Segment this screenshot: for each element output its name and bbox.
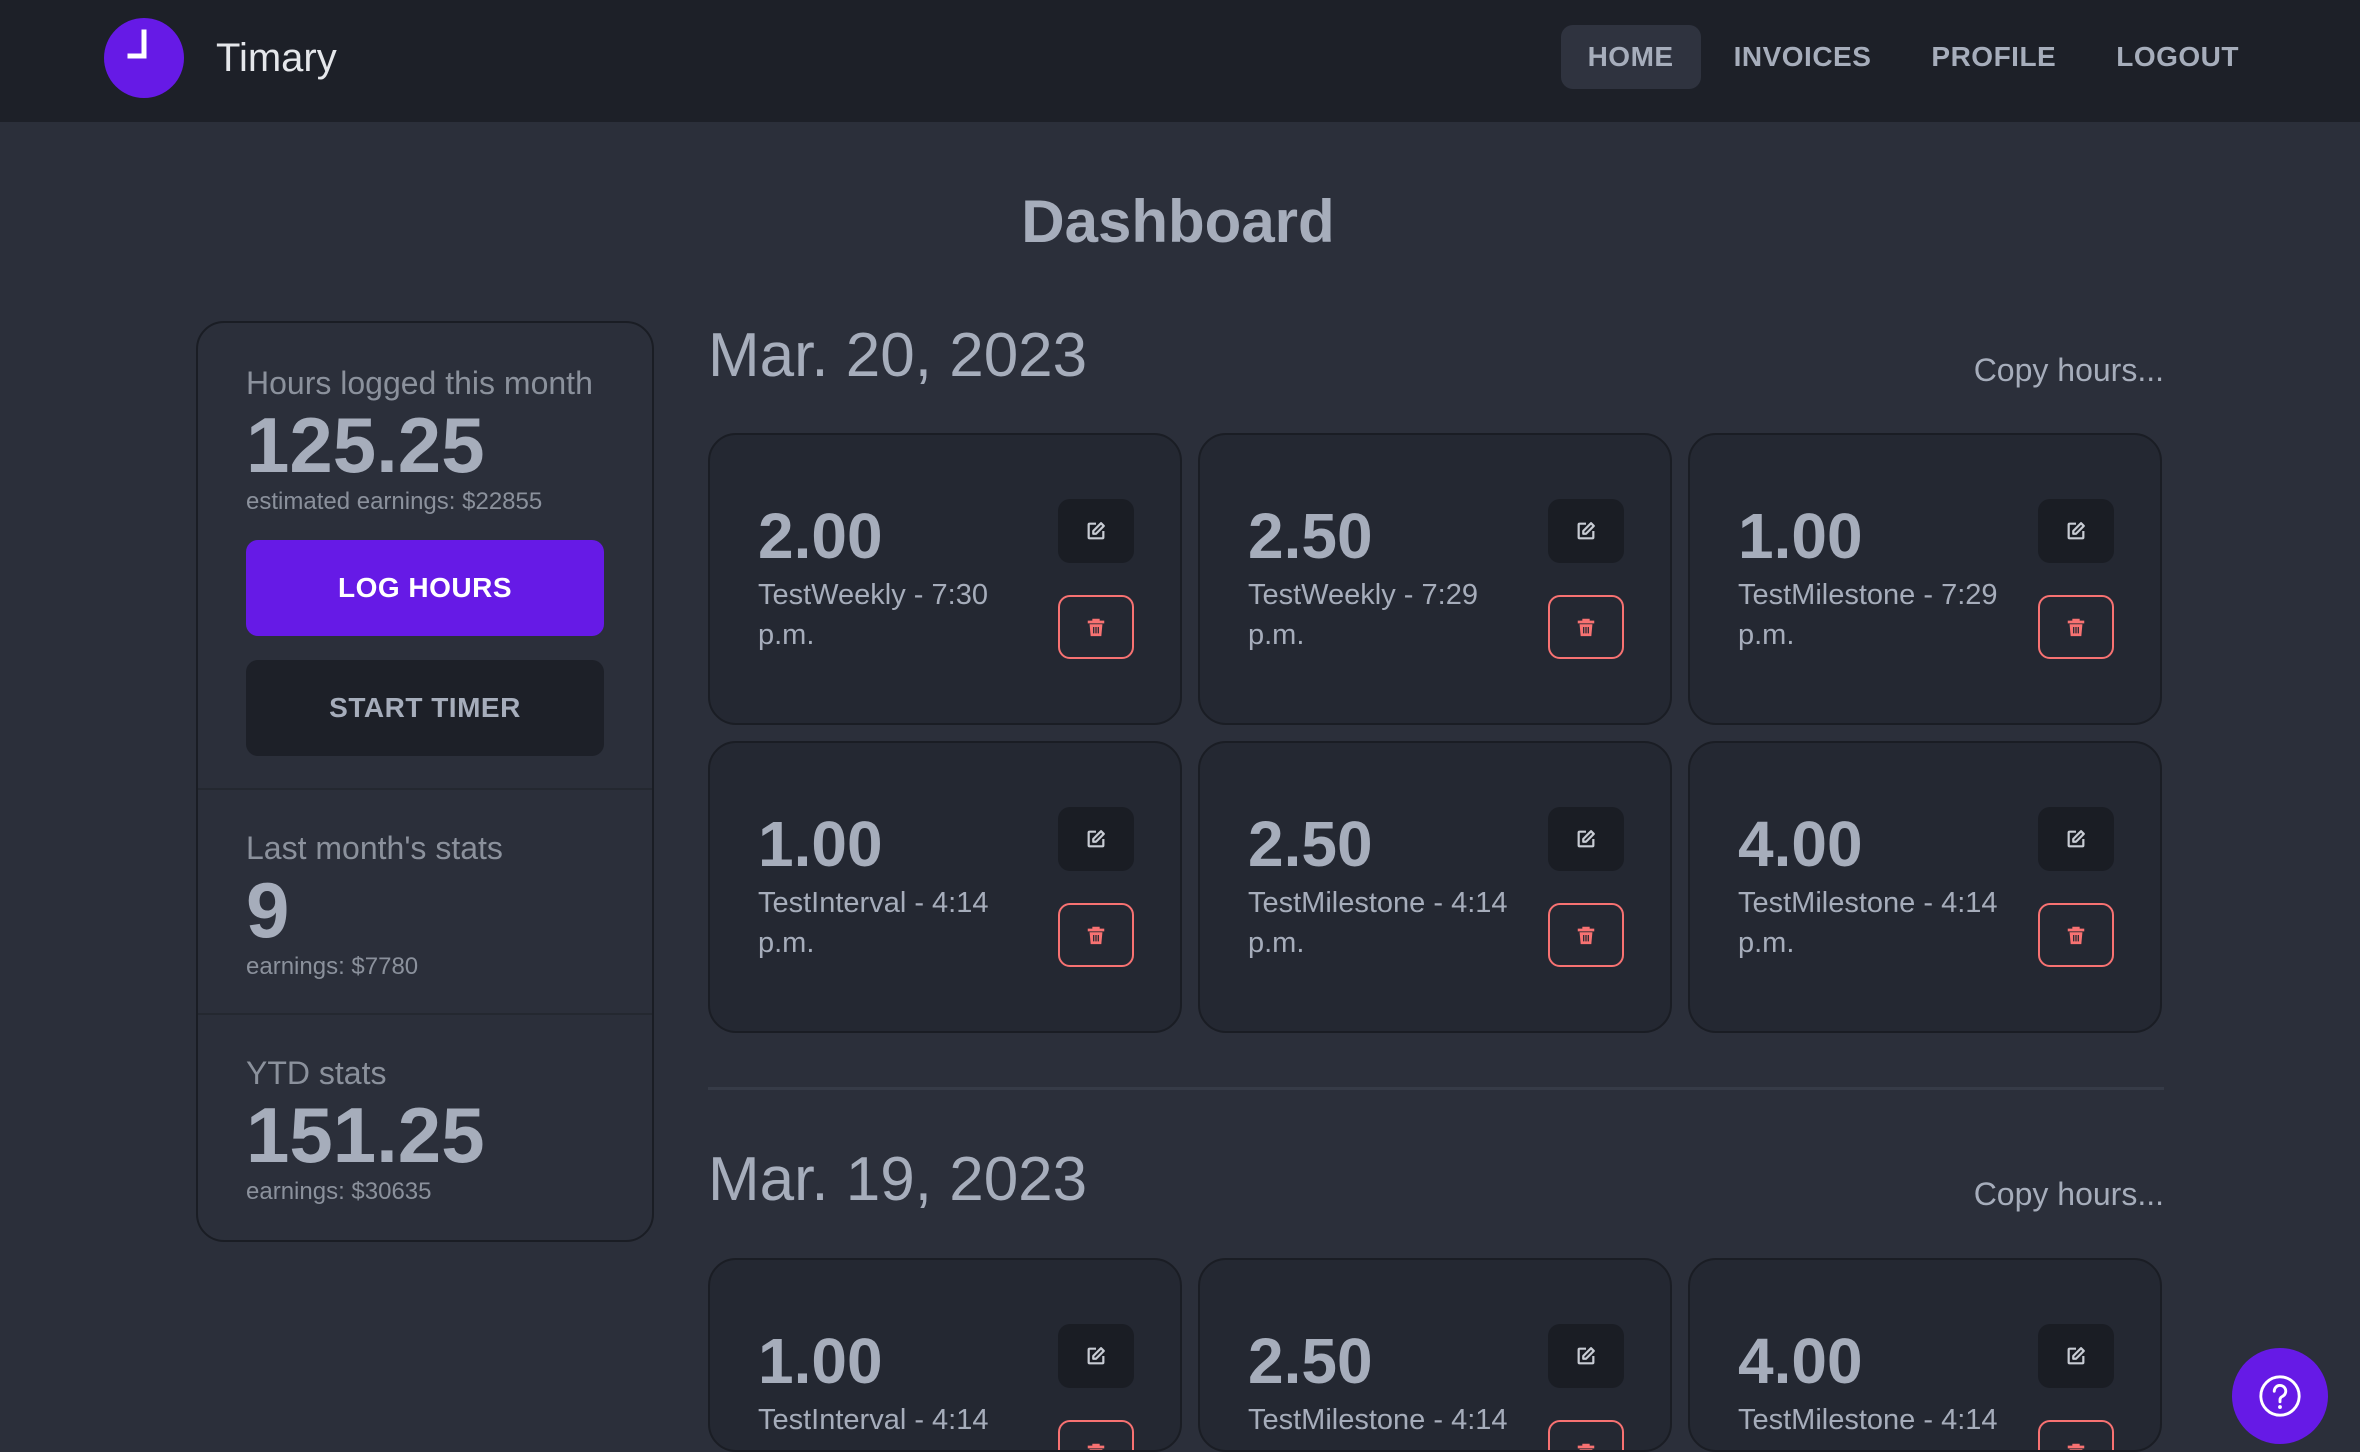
card-hours: 1.00 [758,1325,883,1397]
trash-icon [2067,618,2085,637]
trash-icon [1087,926,1105,945]
delete-button[interactable] [2038,595,2114,659]
card-hours: 2.50 [1248,808,1373,880]
nav-invoices[interactable]: INVOICES [1707,25,1899,89]
hours-card: 2.50 TestMilestone - 4:14 p.m. [1198,741,1672,1033]
stat-ytd-value: 151.25 [246,1091,485,1179]
stat-month-title: Hours logged this month [246,365,593,401]
hours-card: 1.00 TestInterval - 4:14 p.m. [708,1258,1182,1452]
card-label: TestWeekly - 7:29 p.m. [1248,579,1478,651]
card-hours: 1.00 [758,808,883,880]
delete-button[interactable] [2038,1420,2114,1450]
trash-icon [1087,1443,1105,1450]
edit-icon [1577,1347,1595,1365]
trash-icon [2067,926,2085,945]
edit-button[interactable] [1548,1324,1624,1388]
delete-button[interactable] [1548,1420,1624,1450]
edit-button[interactable] [1548,807,1624,871]
edit-button[interactable] [2038,499,2114,563]
start-timer-button[interactable]: START TIMER [246,660,604,756]
hours-card: 1.00 TestInterval - 4:14 p.m. [708,741,1182,1033]
card-label: TestInterval - 4:14 p.m. [758,1404,989,1450]
delete-button[interactable] [1058,1420,1134,1450]
card-label: TestMilestone - 4:14 p.m. [1738,1404,1998,1450]
stat-last-month: Last month's stats 9 earnings: $7780 [198,828,652,982]
stat-divider [198,1013,652,1015]
edit-icon [2067,830,2085,848]
copy-hours-link[interactable]: Copy hours... [1974,1174,2164,1214]
day-date: Mar. 20, 2023 [708,321,1088,390]
page-title: Dashboard [0,186,2360,258]
edit-button[interactable] [1058,807,1134,871]
stat-month-desc: estimated earnings: $22855 [246,488,543,515]
card-label: TestMilestone - 4:14 p.m. [1248,1404,1508,1450]
stat-ytd: YTD stats 151.25 earnings: $30635 [198,1053,652,1207]
hours-card: 2.50 TestMilestone - 4:14 p.m. [1198,1258,1672,1452]
edit-icon [2067,1347,2085,1365]
card-label: TestMilestone - 4:14 p.m. [1738,887,1998,959]
edit-button[interactable] [2038,1324,2114,1388]
edit-button[interactable] [1058,1324,1134,1388]
brand-name[interactable]: Timary [216,34,337,82]
trash-icon [1577,926,1595,945]
copy-hours-link[interactable]: Copy hours... [1974,350,2164,390]
log-hours-button[interactable]: LOG HOURS [246,540,604,636]
delete-button[interactable] [1058,903,1134,967]
edit-button[interactable] [1058,499,1134,563]
card-label: TestWeekly - 7:30 p.m. [758,579,988,651]
hours-card: 2.00 TestWeekly - 7:30 p.m. [708,433,1182,725]
stat-last-month-desc: earnings: $7780 [246,953,419,980]
navbar: Timary HOME INVOICES PROFILE LOGOUT [0,0,2360,122]
delete-button[interactable] [1058,595,1134,659]
card-label: TestMilestone - 7:29 p.m. [1738,579,1998,651]
edit-icon [1087,1347,1105,1365]
stat-ytd-title: YTD stats [246,1055,387,1091]
clock-icon[interactable] [104,18,184,98]
nav-home[interactable]: HOME [1560,25,1701,89]
stat-month: Hours logged this month 125.25 estimated… [198,363,652,517]
stat-divider [198,788,652,790]
stats-panel: Hours logged this month 125.25 estimated… [196,321,654,1242]
trash-icon [1577,618,1595,637]
stat-last-month-value: 9 [246,866,290,954]
edit-button[interactable] [1548,499,1624,563]
hours-card: 2.50 TestWeekly - 7:29 p.m. [1198,433,1672,725]
trash-icon [1087,618,1105,637]
card-hours: 2.50 [1248,500,1373,572]
day-date: Mar. 19, 2023 [708,1145,1088,1214]
edit-icon [1087,830,1105,848]
trash-icon [2067,1443,2085,1450]
edit-icon [1577,522,1595,540]
day-divider [708,1087,2164,1090]
edit-icon [1087,522,1105,540]
edit-button[interactable] [2038,807,2114,871]
card-label: TestInterval - 4:14 p.m. [758,887,989,959]
card-hours: 4.00 [1738,808,1863,880]
edit-icon [1577,830,1595,848]
card-hours: 2.00 [758,500,883,572]
hours-card: 4.00 TestMilestone - 4:14 p.m. [1688,741,2162,1033]
hours-card: 1.00 TestMilestone - 7:29 p.m. [1688,433,2162,725]
nav-profile[interactable]: PROFILE [1904,25,2083,89]
nav-links: HOME INVOICES PROFILE LOGOUT [1555,25,2266,89]
delete-button[interactable] [1548,903,1624,967]
help-icon [2259,1375,2301,1417]
card-hours: 4.00 [1738,1325,1863,1397]
page-title-text: Dashboard [1021,188,1335,255]
hours-card: 4.00 TestMilestone - 4:14 p.m. [1688,1258,2162,1452]
stat-month-value: 125.25 [246,401,485,489]
help-button[interactable] [2232,1348,2328,1444]
nav-logout[interactable]: LOGOUT [2089,25,2266,89]
stat-ytd-desc: earnings: $30635 [246,1178,432,1205]
delete-button[interactable] [1548,595,1624,659]
card-hours: 1.00 [1738,500,1863,572]
trash-icon [1577,1443,1595,1450]
delete-button[interactable] [2038,903,2114,967]
card-hours: 2.50 [1248,1325,1373,1397]
stat-last-month-title: Last month's stats [246,830,503,866]
edit-icon [2067,522,2085,540]
card-label: TestMilestone - 4:14 p.m. [1248,887,1508,959]
